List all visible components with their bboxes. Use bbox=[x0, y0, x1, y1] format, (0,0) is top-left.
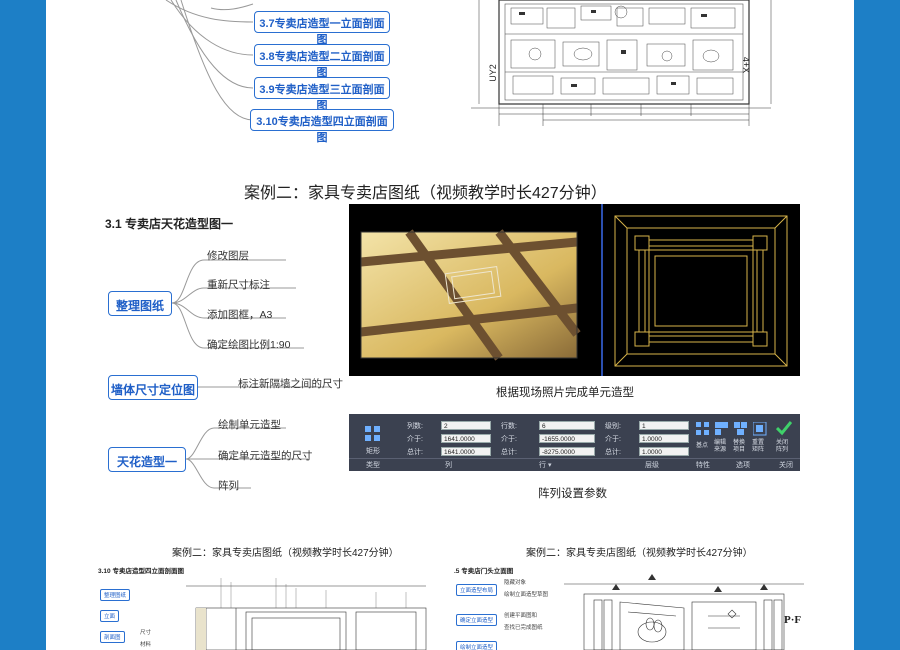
ceiling-photo-panel bbox=[349, 204, 800, 376]
row-count-input[interactable]: 6 bbox=[539, 421, 595, 430]
leaf-draw-unit: 绘制单元造型 bbox=[218, 419, 281, 431]
mini-node-layout[interactable]: 立面造型布局 bbox=[456, 584, 498, 596]
close-array-label: 关闭阵列 bbox=[776, 440, 789, 453]
footer-row: 行 ▾ bbox=[539, 462, 552, 469]
leaf-array: 阵列 bbox=[218, 480, 239, 492]
edit-source-label: 编辑来源 bbox=[714, 440, 727, 453]
mini-node-organize[interactable]: 整理图纸 bbox=[100, 589, 131, 601]
mini-leaf-material: 材料 bbox=[140, 642, 152, 648]
col-total-input[interactable]: 1641.0000 bbox=[441, 447, 491, 456]
level-count-input[interactable]: 1 bbox=[639, 421, 689, 430]
mindmap-node-3-7[interactable]: 3.7专卖店造型一立面剖面图 bbox=[254, 11, 390, 46]
mini-node-elevation[interactable]: 立面 bbox=[100, 610, 120, 622]
mini-node-draw[interactable]: 绘制立面造型 bbox=[456, 641, 498, 650]
mindmap-node-3-9[interactable]: 3.9专卖店造型三立面剖面图 bbox=[254, 77, 390, 112]
col-total-label: 总计: bbox=[407, 449, 423, 456]
leaf-unit-size: 确定单元造型的尺寸 bbox=[218, 450, 313, 462]
level-between-input[interactable]: 1.0000 bbox=[639, 434, 689, 443]
storefront-sign: P·F bbox=[784, 614, 802, 626]
bottom-left-elevation-drawing bbox=[186, 578, 427, 650]
mini-leaf-sketch: 绘制立面造型草图 bbox=[504, 592, 549, 598]
close-array-check-icon[interactable] bbox=[776, 420, 792, 436]
row-count-label: 行数: bbox=[501, 423, 517, 430]
array-caption: 阵列设置参数 bbox=[538, 488, 607, 500]
col-count-input[interactable]: 2 bbox=[441, 421, 491, 430]
col-between-label: 介于: bbox=[407, 436, 423, 443]
bottom-left-heading: 3.10 专卖店造型四立面剖面图 bbox=[98, 568, 184, 575]
row-total-label: 总计: bbox=[501, 449, 517, 456]
storefront-elevation-drawing bbox=[564, 574, 804, 650]
group-node-organize[interactable]: 整理图纸 bbox=[108, 291, 172, 316]
plan-label-left: UY2 bbox=[487, 64, 498, 82]
reset-matrix-label: 重置矩阵 bbox=[752, 440, 765, 453]
base-point-icon[interactable] bbox=[696, 422, 710, 436]
photo-caption: 根据现场照片完成单元造型 bbox=[496, 387, 634, 399]
group-node-ceiling[interactable]: 天花造型一 bbox=[108, 447, 186, 472]
footer-type: 类型 bbox=[366, 462, 380, 469]
array-ribbon: 矩形 列数: 介于: 总计: 2 1641.0000 1641.0000 行数:… bbox=[349, 414, 800, 471]
replace-item-icon[interactable] bbox=[734, 422, 748, 436]
mini-leaf-hide: 隐藏对象 bbox=[504, 580, 527, 586]
col-between-input[interactable]: 1641.0000 bbox=[441, 434, 491, 443]
section-branch-lines bbox=[171, 259, 331, 489]
row-between-label: 介于: bbox=[501, 436, 517, 443]
case-title: 案例二：家具专卖店图纸（视频教学时长427分钟） bbox=[244, 185, 607, 202]
col-count-label: 列数: bbox=[407, 423, 423, 430]
footer-properties: 特性 bbox=[696, 462, 710, 469]
mini-leaf-find: 查找已完成图纸 bbox=[504, 625, 543, 631]
level-total-label: 总计: bbox=[605, 449, 621, 456]
document-sheet: 3.7专卖店造型一立面剖面图 3.8专卖店造型二立面剖面图 3.9专卖店造型三立… bbox=[46, 0, 854, 650]
leaf-scale: 确定绘图比例1:90 bbox=[207, 339, 291, 351]
mindmap-node-3-8[interactable]: 3.8专卖店造型二立面剖面图 bbox=[254, 44, 390, 79]
footer-level: 层级 bbox=[645, 462, 659, 469]
footer-close: 关闭 bbox=[779, 462, 793, 469]
plan-label-right: 4+X bbox=[741, 56, 752, 74]
replace-item-label: 替换项目 bbox=[733, 440, 746, 453]
group-node-wall-dimension[interactable]: 墙体尺寸定位图 bbox=[108, 375, 198, 400]
base-point-label: 基点 bbox=[696, 443, 709, 449]
mini-node-define[interactable]: 确定立面造型 bbox=[456, 614, 498, 626]
bottom-right-heading: .5 专卖店门头立面图 bbox=[454, 568, 514, 575]
bottom-right-title: 案例二：家具专卖店图纸（视频教学时长427分钟） bbox=[526, 548, 753, 559]
footer-column: 列 bbox=[445, 462, 452, 469]
mindmap-node-3-10[interactable]: 3.10专卖店造型四立面剖面图 bbox=[250, 109, 394, 144]
level-total-input[interactable]: 1.0000 bbox=[639, 447, 689, 456]
row-total-input[interactable]: -8275.0000 bbox=[539, 447, 595, 456]
edit-source-icon[interactable] bbox=[715, 422, 729, 436]
bottom-left-title: 案例二：家具专卖店图纸（视频教学时长427分钟） bbox=[172, 548, 399, 559]
level-count-label: 级别: bbox=[605, 423, 621, 430]
reset-matrix-icon[interactable] bbox=[753, 422, 767, 436]
mini-node-section[interactable]: 剖面图 bbox=[100, 631, 125, 643]
rectangle-array-icon[interactable] bbox=[364, 425, 382, 443]
array-type-label: 矩形 bbox=[366, 448, 380, 455]
leaf-modify-layer: 修改图层 bbox=[207, 250, 249, 262]
leaf-add-frame: 添加图框，A3 bbox=[207, 309, 273, 321]
leaf-wall-dimension: 标注新隔墙之间的尺寸 bbox=[238, 378, 343, 390]
footer-options: 选项 bbox=[736, 462, 750, 469]
mini-leaf-dimension: 尺寸 bbox=[140, 630, 152, 636]
level-between-label: 介于: bbox=[605, 436, 621, 443]
row-between-input[interactable]: -1655.0000 bbox=[539, 434, 595, 443]
leaf-redimension: 重新尺寸标注 bbox=[207, 279, 270, 291]
mini-leaf-create: 创建平面图和 bbox=[504, 613, 538, 619]
